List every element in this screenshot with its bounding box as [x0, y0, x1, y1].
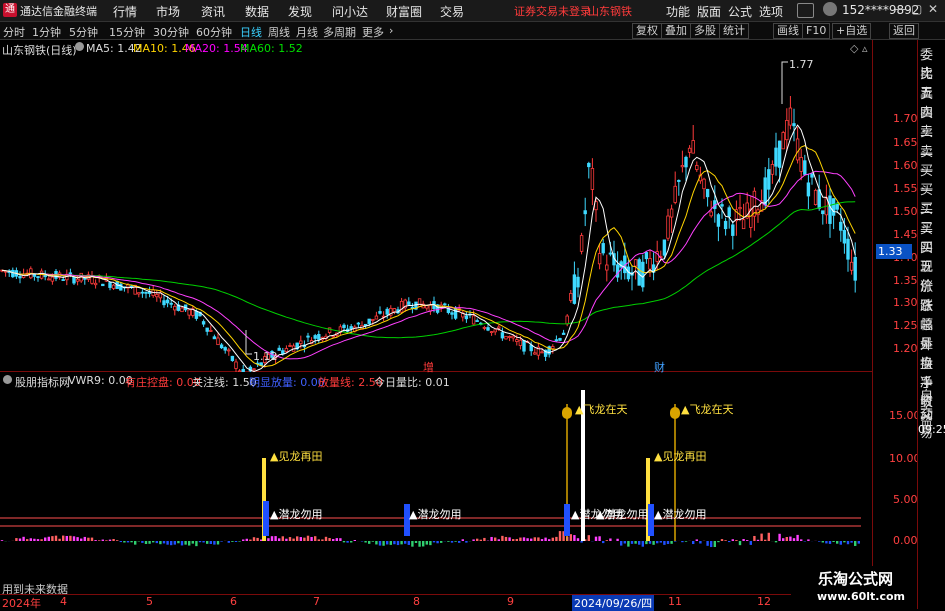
menu-news[interactable]: 资讯: [201, 3, 225, 20]
user-name[interactable]: 152****9892: [842, 3, 919, 17]
period-60min[interactable]: 60分钟: [196, 24, 232, 40]
signal-label: ▲潜龙勿用: [654, 506, 706, 522]
back-button[interactable]: 返回: [889, 23, 919, 39]
menu-wealth[interactable]: 财富圈: [386, 3, 422, 20]
signal-label: ▲潜龙勿用: [596, 506, 648, 522]
indicator-settings-icon[interactable]: [3, 375, 12, 384]
chevron-right-icon[interactable]: ›: [389, 24, 393, 37]
menu-layout[interactable]: 版面: [697, 3, 721, 20]
period-daily[interactable]: 日线: [240, 24, 262, 40]
price-tick: 1.65: [893, 136, 918, 149]
ma10-line: [2, 146, 855, 367]
menu-data[interactable]: 数据: [245, 3, 269, 20]
price-tick: 1.50: [893, 205, 918, 218]
minimize-icon[interactable]: —: [895, 2, 907, 16]
price-tick: 1.45: [893, 228, 918, 241]
indicator-tick: 5.00: [893, 493, 918, 506]
login-warning[interactable]: 证券交易未登录: [514, 3, 591, 19]
period-minute[interactable]: 分时: [3, 24, 25, 40]
menu-function[interactable]: 功能: [666, 3, 690, 20]
price-tick: 1.25: [893, 319, 918, 332]
menu-options[interactable]: 选项: [759, 3, 783, 20]
close-icon[interactable]: ✕: [928, 2, 938, 16]
candles: [1, 96, 857, 372]
low-price-label: 1.12: [253, 350, 278, 363]
time-label: 8: [413, 595, 420, 608]
time-label: 4: [60, 595, 67, 608]
period-1min[interactable]: 1分钟: [32, 24, 61, 40]
money-bag-icon: [670, 407, 680, 419]
indicator-tick: 15.00: [889, 409, 921, 422]
signal-label: ▲潜龙勿用: [270, 506, 322, 522]
mail-icon[interactable]: [797, 3, 814, 18]
ma20-line: [2, 171, 855, 359]
price-tick: 1.70: [893, 112, 918, 125]
period-toolbar: 分时 1分钟 5分钟 15分钟 30分钟 60分钟 日线 周线 月线 多周期 更…: [0, 22, 945, 40]
signal-label: ▲飞龙在天: [681, 401, 733, 417]
time-label: 11: [668, 595, 682, 608]
clock-time: 09:25: [918, 423, 945, 436]
high-marker: [782, 62, 788, 104]
menu-discover[interactable]: 发现: [288, 3, 312, 20]
indicator-bars: [1, 531, 860, 547]
money-bag-icon: [562, 407, 572, 419]
signal-label: ▲见龙再田: [654, 448, 706, 464]
title-bar: 通 通达信金融终端 行情 市场 资讯 数据 发现 问小达 财富圈 交易 证券交易…: [0, 0, 945, 22]
price-tick: 1.30: [893, 296, 918, 309]
add-favorite-button[interactable]: +自选: [832, 23, 871, 39]
low-marker: [246, 330, 252, 354]
menu-market[interactable]: 行情: [113, 3, 137, 20]
app-title: 通达信金融终端: [20, 3, 97, 19]
time-label: 7: [313, 595, 320, 608]
menu-ask[interactable]: 问小达: [332, 3, 368, 20]
period-more[interactable]: 更多: [362, 24, 384, 40]
period-5min[interactable]: 5分钟: [69, 24, 98, 40]
maximize-icon[interactable]: ▢: [911, 2, 922, 16]
price-tick: 1.55: [893, 182, 918, 195]
stock-link[interactable]: 山东钢铁: [588, 3, 632, 19]
f10-button[interactable]: F10: [802, 23, 830, 39]
multistock-button[interactable]: 多股: [690, 23, 720, 39]
period-30min[interactable]: 30分钟: [153, 24, 189, 40]
menu-markets[interactable]: 市场: [156, 3, 180, 20]
time-axis: 2024年 4 5 6 7 8 9 11 12 2024/09/26/四: [0, 594, 873, 610]
indicator-tick: 0.00: [893, 534, 918, 547]
draw-button[interactable]: 画线: [773, 23, 803, 39]
time-label: 9: [507, 595, 514, 608]
ma5-line: [2, 125, 855, 371]
price-tick: 1.20: [893, 342, 918, 355]
current-price-badge: 1.33: [876, 244, 912, 259]
period-multi[interactable]: 多周期: [323, 24, 356, 40]
stats-button[interactable]: 统计: [719, 23, 749, 39]
price-tick: 1.60: [893, 159, 918, 172]
time-label: 12: [757, 595, 771, 608]
price-tick: 1.35: [893, 274, 918, 287]
period-monthly[interactable]: 月线: [296, 24, 318, 40]
watermark-url: www.60lt.com: [817, 590, 905, 603]
watermark-title: 乐淘公式网: [818, 568, 893, 589]
app-logo-icon: 通: [3, 3, 17, 17]
signal-label: ▲潜龙勿用: [409, 506, 461, 522]
main-chart-svg[interactable]: [0, 40, 873, 372]
adjust-button[interactable]: 复权: [632, 23, 662, 39]
indicator-svg[interactable]: [0, 386, 873, 594]
signal-label: ▲飞龙在天: [575, 401, 627, 417]
time-label: 5: [146, 595, 153, 608]
menu-formula[interactable]: 公式: [728, 3, 752, 20]
overlay-button[interactable]: 叠加: [661, 23, 691, 39]
indicator-tick: 10.00: [889, 452, 921, 465]
signal-label: ▲见龙再田: [270, 448, 322, 464]
time-label: 6: [230, 595, 237, 608]
period-weekly[interactable]: 周线: [268, 24, 290, 40]
avatar-icon[interactable]: [823, 2, 837, 16]
menu-trade[interactable]: 交易: [440, 3, 464, 20]
period-15min[interactable]: 15分钟: [109, 24, 145, 40]
high-price-label: 1.77: [789, 58, 814, 71]
